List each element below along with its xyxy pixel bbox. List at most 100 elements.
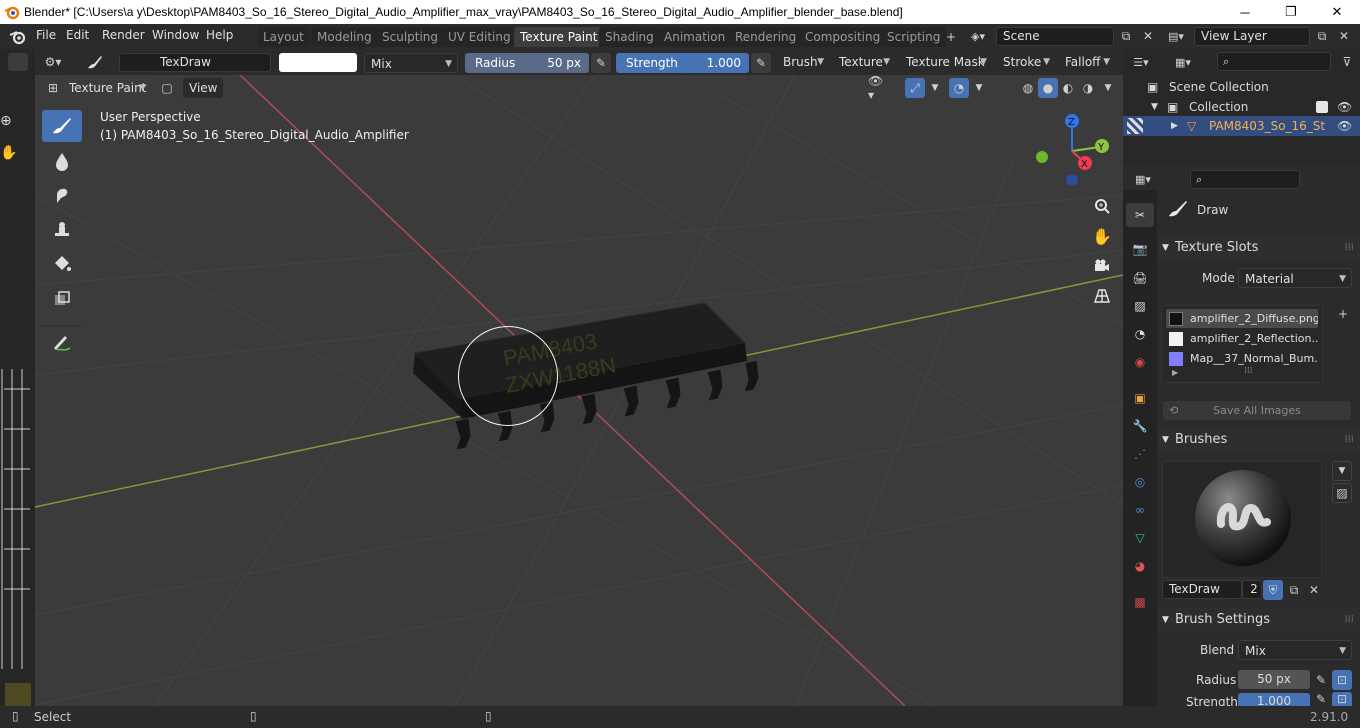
- data-tab-icon[interactable]: ▽: [1126, 526, 1154, 550]
- soften-tool[interactable]: [42, 145, 82, 177]
- fake-user-icon[interactable]: ⛨: [1263, 580, 1283, 600]
- brush-image-icon[interactable]: ▨: [1332, 483, 1352, 503]
- texture-tab-icon[interactable]: ▩: [1126, 590, 1154, 614]
- menu-help[interactable]: Help: [206, 28, 233, 42]
- texture-slots-header[interactable]: ▼ Texture Slots ⁞⁞⁞: [1158, 236, 1360, 260]
- tab-sculpting[interactable]: Sculpting: [376, 27, 445, 47]
- zoom-icon[interactable]: ⊕: [0, 113, 18, 135]
- tab-compositing[interactable]: Compositing: [799, 27, 887, 47]
- shading-dropdown-icon[interactable]: ▼: [1098, 78, 1118, 98]
- radius-slider[interactable]: Radius 50 px: [465, 53, 589, 73]
- blend-mode-dropdown[interactable]: Mix ▼: [364, 53, 458, 73]
- object-tab-icon[interactable]: ▣: [1126, 386, 1154, 410]
- remove-view-layer-icon[interactable]: ✕: [1334, 26, 1354, 46]
- collection-eye-icon[interactable]: 👁: [1337, 97, 1352, 117]
- physics-tab-icon[interactable]: ◎: [1126, 470, 1154, 494]
- constraints-tab-icon[interactable]: ∞: [1126, 498, 1154, 522]
- perspective-toggle-icon[interactable]: [1088, 282, 1116, 310]
- material-shading-icon[interactable]: ◐: [1058, 78, 1078, 98]
- scene-tab-icon[interactable]: ◔: [1126, 322, 1154, 346]
- brush-blend-dropdown[interactable]: Mix ▼: [1238, 640, 1352, 660]
- 3d-viewport[interactable]: ⊞ Texture Paint ▼ ▢ View 👁▾ ⤢ ▼ ◔ ▼ ◍ ● ◐…: [35, 75, 1123, 706]
- tool-settings-icon[interactable]: ⚙▾: [43, 52, 63, 72]
- tab-texture-paint[interactable]: Texture Paint: [514, 27, 604, 47]
- texture-menu[interactable]: Texture ▼: [833, 52, 895, 72]
- new-view-layer-icon[interactable]: ⧉: [1312, 26, 1332, 46]
- strength-setting-field[interactable]: 1.000: [1238, 693, 1310, 706]
- properties-search-input[interactable]: ⌕: [1190, 170, 1300, 189]
- gizmo-dropdown-icon[interactable]: ▼: [925, 78, 945, 98]
- outliner-search-input[interactable]: ⌕: [1217, 52, 1331, 71]
- gizmo-toggle-icon[interactable]: ⤢: [905, 78, 925, 98]
- menu-window[interactable]: Window: [152, 28, 199, 42]
- visibility-icon[interactable]: 👁▾: [868, 75, 888, 102]
- pan-view-icon[interactable]: ✋: [1088, 222, 1116, 250]
- add-texture-slot-button[interactable]: +: [1333, 304, 1353, 324]
- overlay-toggle-icon[interactable]: ◔: [949, 78, 969, 98]
- wireframe-shading-icon[interactable]: ◍: [1018, 78, 1038, 98]
- tab-animation[interactable]: Animation: [658, 27, 732, 47]
- maximize-button[interactable]: ❐: [1268, 0, 1314, 24]
- menu-edit[interactable]: Edit: [66, 28, 89, 42]
- add-workspace-icon[interactable]: +: [941, 27, 961, 47]
- world-tab-icon[interactable]: ◉: [1126, 350, 1154, 374]
- scene-collection-row[interactable]: ▣ Scene Collection: [1123, 77, 1360, 97]
- radius-setting-field[interactable]: 50 px: [1238, 670, 1310, 689]
- falloff-menu[interactable]: Falloff ▼: [1059, 52, 1115, 72]
- collection-checkbox[interactable]: [1316, 101, 1328, 113]
- unlink-brush-icon[interactable]: ✕: [1304, 580, 1324, 600]
- tab-modeling[interactable]: Modeling: [311, 27, 378, 47]
- navigation-gizmo[interactable]: Z Y X: [1030, 113, 1123, 188]
- mode-dropdown[interactable]: Texture Paint ▼: [63, 78, 151, 98]
- annotate-tool[interactable]: [42, 325, 82, 357]
- output-tab-icon[interactable]: 🖨: [1126, 266, 1154, 290]
- collection-expand-icon[interactable]: ▼: [1151, 97, 1158, 117]
- tab-layout[interactable]: Layout: [257, 27, 310, 47]
- brushes-header[interactable]: ▼ Brushes ⁞⁞⁞: [1158, 428, 1360, 452]
- duplicate-brush-icon[interactable]: ⧉: [1284, 580, 1304, 600]
- view-menu[interactable]: View: [183, 78, 223, 98]
- brush-settings-header[interactable]: ▼ Brush Settings ⁞⁞⁞: [1158, 608, 1360, 632]
- remove-scene-icon[interactable]: ✕: [1138, 26, 1158, 46]
- hand-pan-icon[interactable]: ✋: [0, 145, 18, 167]
- editor-type-icon[interactable]: [8, 53, 28, 71]
- texture-slot-item[interactable]: amplifier_2_Reflection...: [1166, 329, 1318, 348]
- view-layer-field[interactable]: View Layer: [1194, 27, 1310, 46]
- camera-view-icon[interactable]: [1088, 252, 1116, 280]
- scene-field[interactable]: Scene: [996, 27, 1114, 46]
- draw-tool[interactable]: [42, 110, 82, 142]
- zoom-view-icon[interactable]: [1088, 192, 1116, 220]
- view-layer-icon[interactable]: ▤▾: [1166, 26, 1186, 46]
- collection-row[interactable]: ▼ ▣ Collection 👁: [1123, 97, 1360, 117]
- tab-shading[interactable]: Shading: [599, 27, 660, 47]
- solid-shading-icon[interactable]: ●: [1038, 78, 1058, 98]
- tab-uv-editing[interactable]: UV Editing: [442, 27, 517, 47]
- clone-tool[interactable]: [42, 213, 82, 245]
- texture-slot-item[interactable]: amplifier_2_Diffuse.png: [1166, 309, 1318, 328]
- object-row[interactable]: ▶ ▽ PAM8403_So_16_St 👁: [1123, 116, 1360, 136]
- filter-icon[interactable]: ⊽: [1337, 52, 1357, 72]
- object-expand-icon[interactable]: ▶: [1171, 116, 1178, 136]
- stroke-menu[interactable]: Stroke ▼: [997, 52, 1055, 72]
- particles-tab-icon[interactable]: ⋰: [1126, 442, 1154, 466]
- strength-unit-icon[interactable]: ⊡: [1332, 692, 1352, 706]
- slot-list-expand-icon[interactable]: ▶: [1172, 368, 1178, 377]
- tab-rendering[interactable]: Rendering: [729, 27, 803, 47]
- blender-menu-icon[interactable]: [9, 28, 27, 45]
- slot-list-resize-handle[interactable]: ⁞⁞⁞: [1244, 366, 1253, 376]
- menu-render[interactable]: Render: [102, 28, 145, 42]
- display-mode-icon[interactable]: ▦▾: [1173, 52, 1193, 72]
- modifier-tab-icon[interactable]: 🔧: [1126, 414, 1154, 438]
- close-button[interactable]: ✕: [1314, 0, 1360, 24]
- object-eye-icon[interactable]: 👁: [1337, 116, 1352, 136]
- strength-pressure-setting-icon[interactable]: ✎: [1311, 692, 1331, 706]
- mask-tool[interactable]: [42, 283, 82, 315]
- overlay-dropdown-icon[interactable]: ▼: [969, 78, 989, 98]
- outliner-editor-type-icon[interactable]: ☰▾: [1131, 52, 1151, 72]
- tab-scripting[interactable]: Scripting: [881, 27, 947, 47]
- brush-users-count[interactable]: 2: [1242, 580, 1262, 599]
- scene-selector-icon[interactable]: ◈▾: [968, 26, 988, 46]
- brush-name-field[interactable]: TexDraw: [119, 53, 271, 72]
- brush-preview[interactable]: [1162, 461, 1322, 578]
- editor-type-3d-icon[interactable]: ⊞: [43, 78, 63, 98]
